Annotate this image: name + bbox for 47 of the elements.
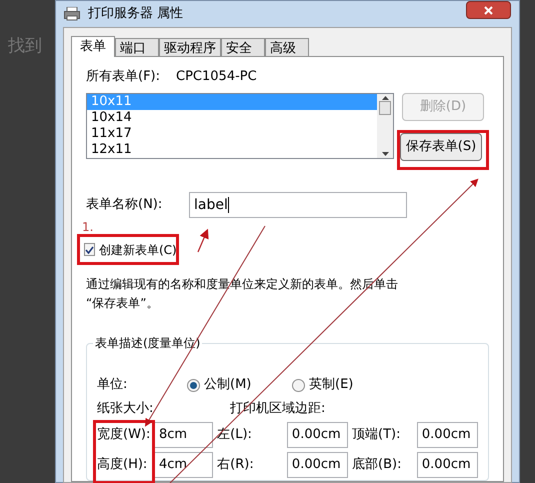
scrollbar[interactable] <box>377 94 393 158</box>
field-label: 底部(B): <box>351 456 402 474</box>
radio-button[interactable] <box>292 378 305 392</box>
printer-icon <box>64 7 80 21</box>
input-field[interactable]: label <box>189 192 407 218</box>
radio-label: 英制(E) <box>309 376 354 394</box>
section-label: 打印机区域边距: <box>230 400 326 418</box>
tab[interactable]: 驱动程序 <box>159 38 221 56</box>
tab[interactable]: 表单 <box>71 36 115 57</box>
scroll-thumb[interactable] <box>379 101 391 115</box>
field-label: 单位: <box>97 376 128 394</box>
tab[interactable]: 端口 <box>115 38 159 56</box>
field-label: 右(R): <box>216 456 255 474</box>
field-label: 宽度(W): <box>97 426 152 444</box>
checkmark-icon <box>85 246 94 254</box>
close-button[interactable] <box>466 1 511 19</box>
down-arrow-icon <box>382 152 388 156</box>
input-field[interactable]: 0.00cm <box>286 422 348 448</box>
window-title: 打印服务器 属性 <box>88 5 184 24</box>
list-item[interactable]: 10x14 <box>87 110 377 126</box>
input-field[interactable]: 0.00cm <box>416 452 478 478</box>
field-label: 高度(H): <box>97 456 148 474</box>
server-name: CPC1054-PC <box>176 68 257 86</box>
radio-label: 公制(M) <box>204 376 252 394</box>
input-field[interactable]: 0.00cm <box>286 452 348 478</box>
input-field[interactable]: 4cm <box>154 452 214 478</box>
step-label: 1. <box>82 220 94 234</box>
field-label: 所有表单(F): <box>86 68 160 86</box>
checkbox[interactable] <box>84 243 95 256</box>
checkbox-label: 创建新表单(C) <box>99 242 177 258</box>
tab[interactable]: 高级 <box>265 38 309 56</box>
background-text: 找到 <box>8 36 42 56</box>
input-field[interactable]: 0.00cm <box>416 422 478 448</box>
field-label: 左(L): <box>216 426 253 444</box>
up-arrow-icon <box>382 96 388 100</box>
group-title: 表单描述(度量单位) <box>93 334 202 352</box>
save-button[interactable]: 保存表单(S) <box>400 133 482 161</box>
list-item[interactable]: 11x17 <box>87 126 377 142</box>
radio-button[interactable] <box>187 378 200 392</box>
list-item[interactable]: 12x11 <box>87 142 377 158</box>
forms-list[interactable]: 10x11 10x14 11x17 12x11 <box>86 93 394 159</box>
field-label: 顶端(T): <box>351 426 402 444</box>
field-label: 表单名称(N): <box>86 196 164 214</box>
input-field[interactable]: 8cm <box>154 422 214 448</box>
section-label: 纸张大小: <box>97 400 154 418</box>
tab[interactable]: 安全 <box>221 38 265 56</box>
close-icon <box>484 6 493 14</box>
